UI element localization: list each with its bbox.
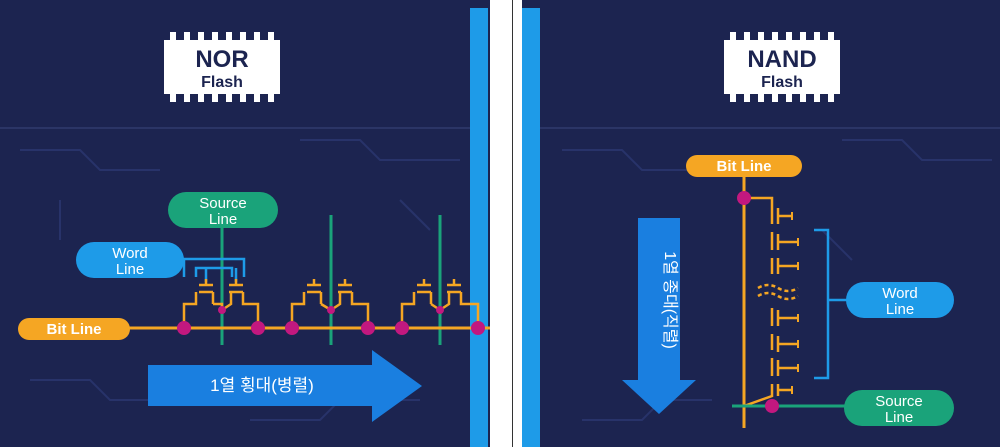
nand-chip-icon: NAND Flash (724, 32, 840, 102)
nor-chip-title: NOR (195, 46, 248, 73)
nor-flash-panel: NOR Flash Source Line Word Line Bit Line… (0, 0, 490, 447)
nand-serial-arrow: 1열 종대(직렬) (622, 218, 696, 414)
nand-word-line-bracket (814, 228, 830, 380)
nor-chip-icon: NOR Flash (164, 32, 280, 102)
svg-text:Line: Line (116, 261, 144, 278)
svg-text:Bit Line: Bit Line (717, 158, 772, 175)
nor-source-line-label: Source Line (168, 192, 278, 228)
nand-arrow-label: 1열 종대(직렬) (661, 251, 679, 349)
svg-text:Word: Word (882, 285, 918, 302)
nand-bit-line-label: Bit Line (686, 155, 802, 177)
circuit-background (562, 139, 992, 421)
nand-diagram: NAND Flash Bit Line Word Line Source Lin… (522, 8, 1000, 447)
svg-text:Line: Line (885, 409, 913, 426)
svg-text:Line: Line (209, 211, 237, 228)
nand-source-line-label: Source Line (844, 390, 954, 426)
nand-chip-subtitle: Flash (761, 74, 803, 91)
nor-word-line-connectors (182, 257, 246, 282)
nand-chip-title: NAND (747, 46, 816, 73)
accent-strip (522, 8, 540, 447)
svg-text:Bit Line: Bit Line (47, 321, 102, 338)
nor-word-line-label: Word Line (76, 242, 184, 278)
accent-strip (470, 8, 488, 447)
nor-parallel-arrow: 1열 횡대(병렬) (148, 350, 422, 422)
nand-word-line-label: Word Line (846, 282, 954, 318)
svg-text:Word: Word (112, 245, 148, 262)
svg-text:Line: Line (886, 301, 914, 318)
nor-arrow-label: 1열 횡대(병렬) (210, 376, 314, 395)
nand-flash-panel: NAND Flash Bit Line Word Line Source Lin… (522, 0, 1000, 447)
nor-chip-subtitle: Flash (201, 74, 243, 91)
nor-diagram: NOR Flash Source Line Word Line Bit Line… (0, 8, 490, 447)
nor-bit-line-label: Bit Line (18, 318, 130, 340)
nand-cell-chain (743, 196, 799, 408)
svg-text:Source: Source (199, 195, 247, 212)
svg-text:Source: Source (875, 393, 923, 410)
panel-divider (512, 0, 513, 447)
